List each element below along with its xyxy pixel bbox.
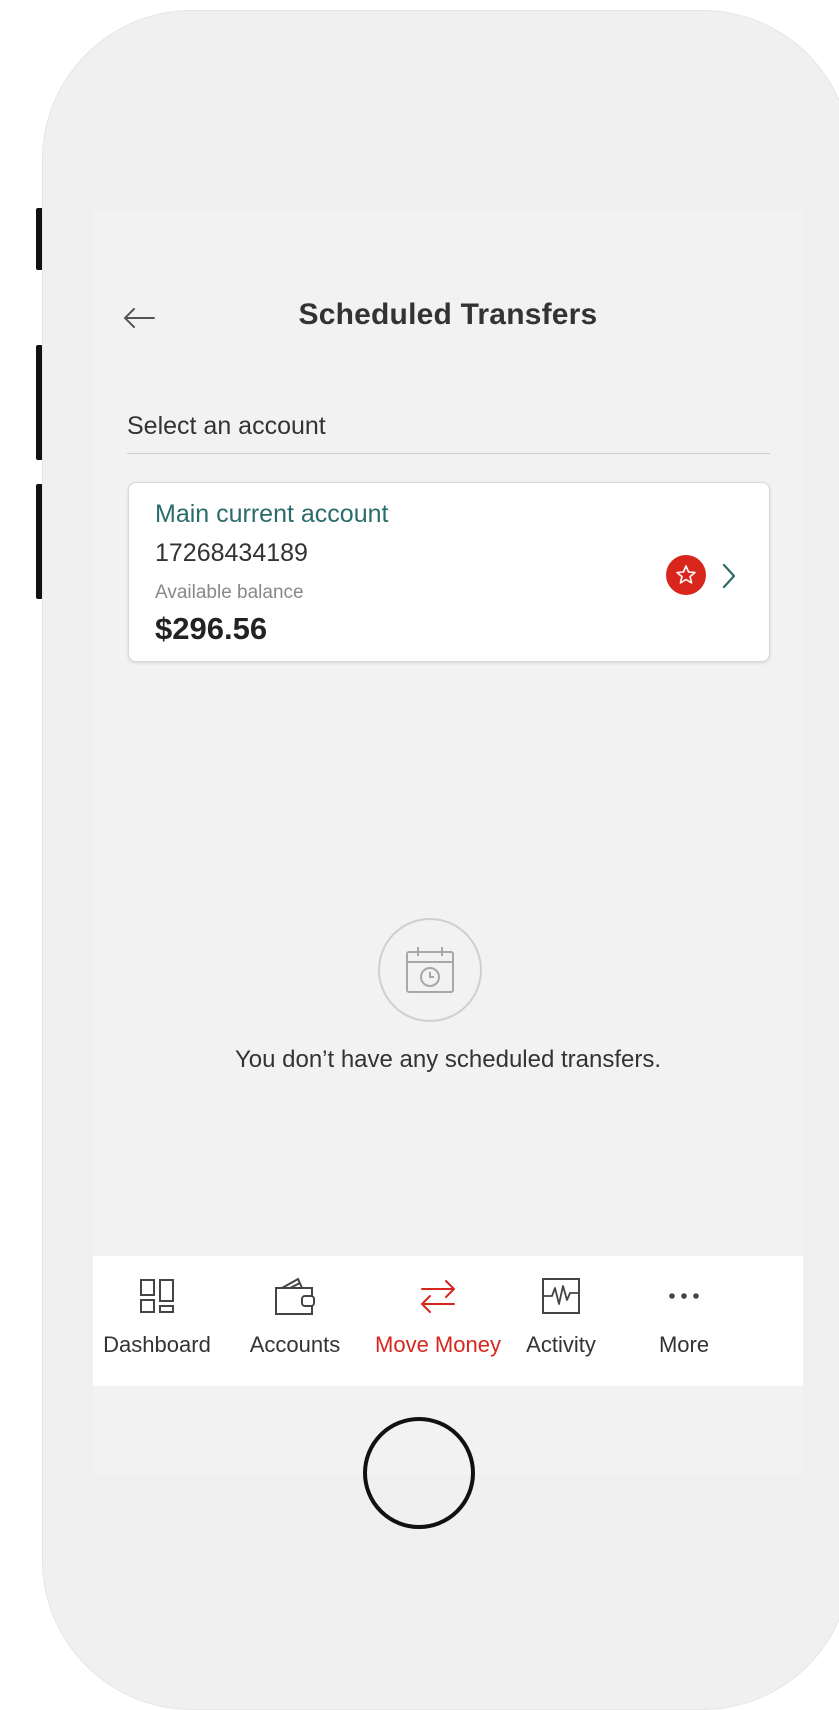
tab-dashboard[interactable]: Dashboard — [93, 1256, 221, 1386]
empty-state-message: You don’t have any scheduled transfers. — [234, 1046, 662, 1073]
tab-move-money[interactable]: Move Money — [367, 1256, 509, 1386]
account-card[interactable]: Main current account 17268434189 Availab… — [128, 482, 770, 662]
divider — [127, 453, 770, 454]
app-header: Scheduled Transfers — [93, 210, 803, 370]
page-title: Scheduled Transfers — [298, 298, 598, 331]
tab-label-activity: Activity — [526, 1332, 596, 1357]
wallet-icon — [275, 1277, 315, 1315]
transfer-arrows-icon — [421, 1280, 455, 1313]
calendar-clock-icon — [406, 947, 454, 993]
account-name: Main current account — [155, 500, 389, 528]
tab-accounts[interactable]: Accounts — [231, 1256, 359, 1386]
tab-label-move-money: Move Money — [375, 1332, 501, 1357]
activity-chart-icon — [542, 1278, 580, 1314]
available-balance-label: Available balance — [155, 582, 304, 603]
chevron-right-icon — [722, 563, 736, 589]
favorite-badge — [666, 555, 706, 595]
star-icon — [676, 565, 696, 584]
select-account-label: Select an account — [127, 412, 326, 440]
account-number: 17268434189 — [155, 539, 308, 567]
tab-activity[interactable]: Activity — [511, 1256, 611, 1386]
available-balance-value: $296.56 — [155, 611, 268, 646]
empty-state-icon-circle — [378, 918, 482, 1022]
tab-label-accounts: Accounts — [249, 1332, 341, 1357]
tab-label-dashboard: Dashboard — [103, 1332, 211, 1357]
bottom-tab-bar: Dashboard Accounts Move Money Activity M… — [93, 1256, 803, 1386]
tab-label-more: More — [658, 1332, 710, 1357]
more-dots-icon — [669, 1293, 699, 1299]
app-screen: Scheduled Transfers Select an account Ma… — [93, 210, 803, 1475]
tab-more[interactable]: More — [638, 1256, 730, 1386]
dashboard-grid-icon — [140, 1279, 174, 1313]
device-home-button[interactable] — [363, 1417, 475, 1529]
